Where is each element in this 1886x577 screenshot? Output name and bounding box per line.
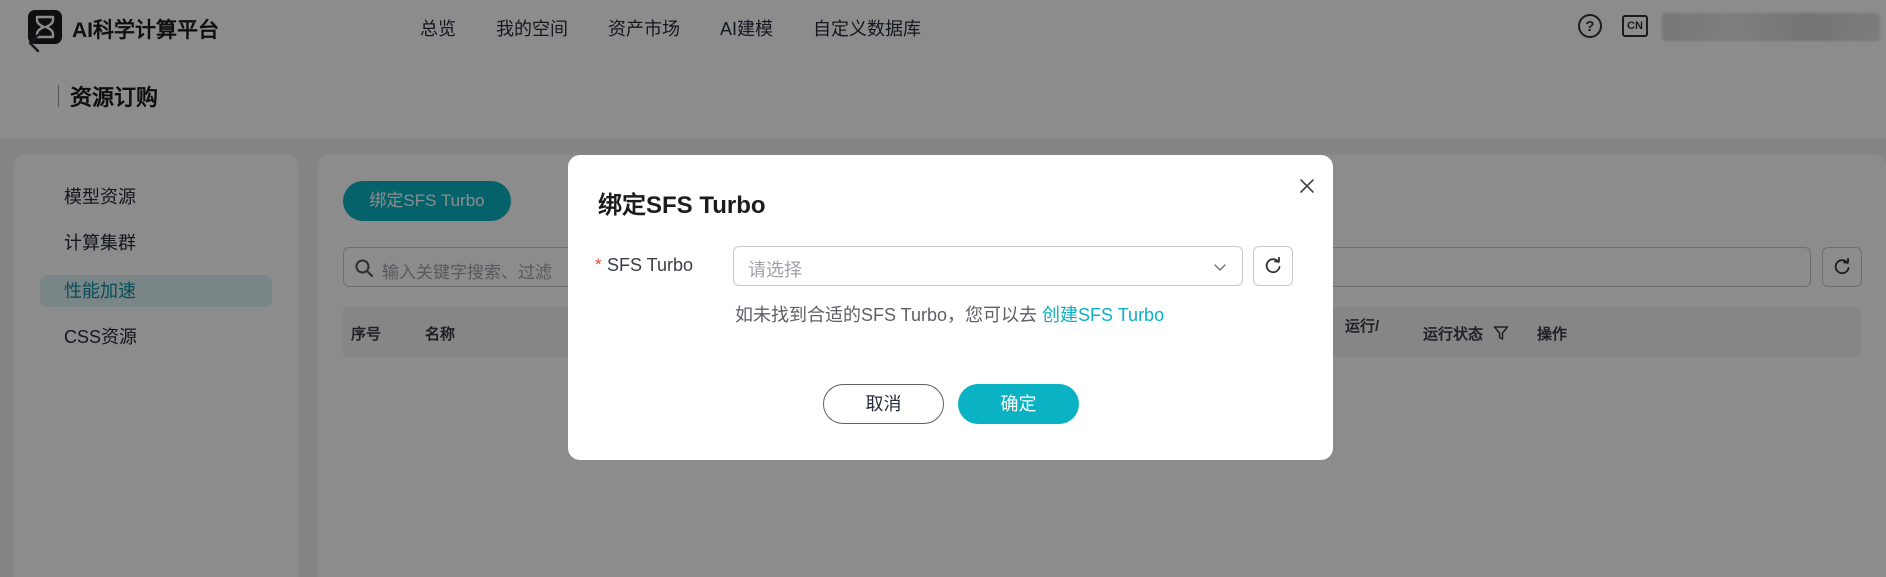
dialog-title: 绑定SFS Turbo	[598, 192, 766, 219]
refresh-button[interactable]	[1253, 246, 1293, 286]
select-placeholder: 请选择	[748, 260, 802, 280]
sfs-turbo-label: SFS Turbo	[607, 255, 694, 275]
create-sfs-turbo-link[interactable]: 创建SFS Turbo	[1042, 305, 1164, 325]
hint-message: 如未找到合适的SFS Turbo，您可以去	[735, 305, 1043, 325]
sfs-turbo-select[interactable]: 请选择	[733, 246, 1243, 286]
refresh-icon	[1265, 257, 1281, 274]
hint-text: 如未找到合适的SFS Turbo，您可以去 创建SFS Turbo	[735, 301, 1164, 327]
bind-sfs-turbo-dialog: 绑定SFS Turbo * SFS Turbo 请选择 如未找到合适的SFS T…	[568, 155, 1333, 460]
cancel-button[interactable]: 取消	[823, 384, 944, 424]
close-icon[interactable]	[1296, 175, 1318, 197]
required-marker: *	[595, 255, 602, 274]
chevron-down-icon	[1214, 264, 1226, 271]
confirm-button[interactable]: 确定	[958, 384, 1079, 424]
